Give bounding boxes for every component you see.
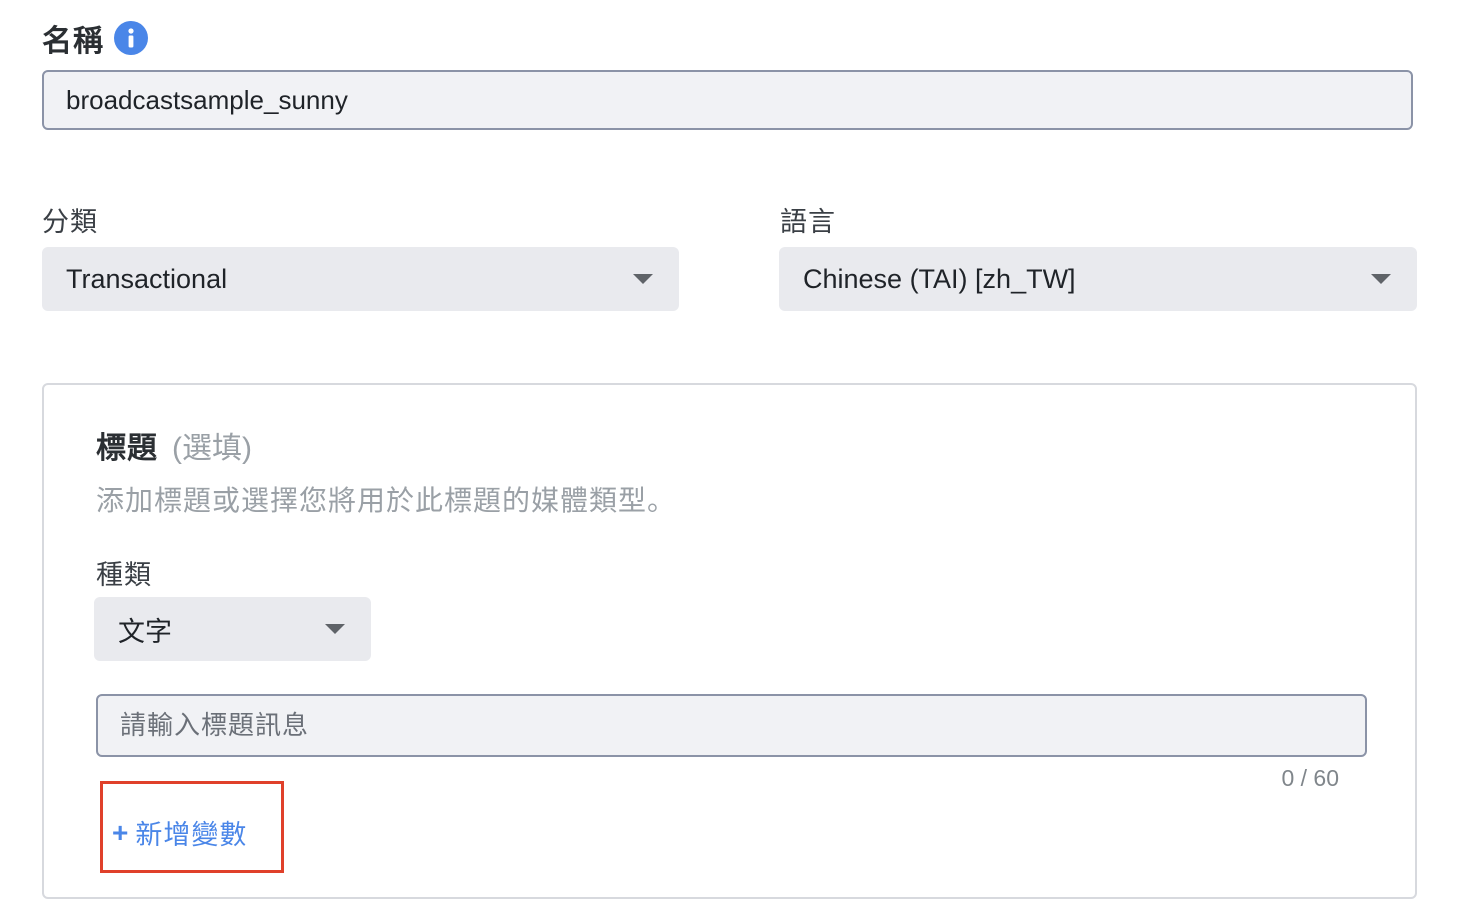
plus-icon: + — [112, 816, 130, 848]
add-variable-button[interactable]: + 新增變數 — [112, 813, 247, 852]
char-counter: 0 / 60 — [1281, 765, 1339, 791]
header-description: 添加標題或選擇您將用於此標題的媒體類型。 — [96, 485, 677, 516]
info-icon-glyph — [128, 28, 134, 48]
caret-down-icon — [325, 624, 345, 634]
type-label: 種類 — [96, 560, 152, 590]
name-label: 名稱 — [42, 25, 104, 58]
header-text-input[interactable] — [96, 694, 1367, 757]
category-label: 分類 — [42, 207, 98, 237]
language-select[interactable]: Chinese (TAI) [zh_TW] — [779, 247, 1417, 311]
header-optional-tag: (選填) — [172, 432, 252, 465]
type-select[interactable]: 文字 — [94, 597, 371, 661]
caret-down-icon — [633, 274, 653, 284]
name-input-value: broadcastsample_sunny — [66, 84, 348, 115]
name-input[interactable]: broadcastsample_sunny — [42, 70, 1413, 130]
caret-down-icon — [1371, 274, 1391, 284]
category-select[interactable]: Transactional — [42, 247, 679, 311]
category-selected-value: Transactional — [66, 263, 228, 294]
language-selected-value: Chinese (TAI) [zh_TW] — [803, 263, 1076, 294]
info-icon[interactable] — [114, 21, 148, 55]
template-editor-page: 名稱 broadcastsample_sunny 分類 Transactiona… — [0, 0, 1484, 912]
name-label-row: 名稱 — [42, 18, 148, 58]
header-title-row: 標題 (選填) — [96, 423, 252, 467]
language-label: 語言 — [780, 207, 836, 237]
add-variable-label: 新增變數 — [135, 820, 248, 850]
type-selected-value: 文字 — [118, 616, 172, 647]
header-card: 標題 (選填) 添加標題或選擇您將用於此標題的媒體類型。 種類 文字 0 / 6… — [42, 383, 1417, 899]
header-title: 標題 — [96, 432, 158, 465]
